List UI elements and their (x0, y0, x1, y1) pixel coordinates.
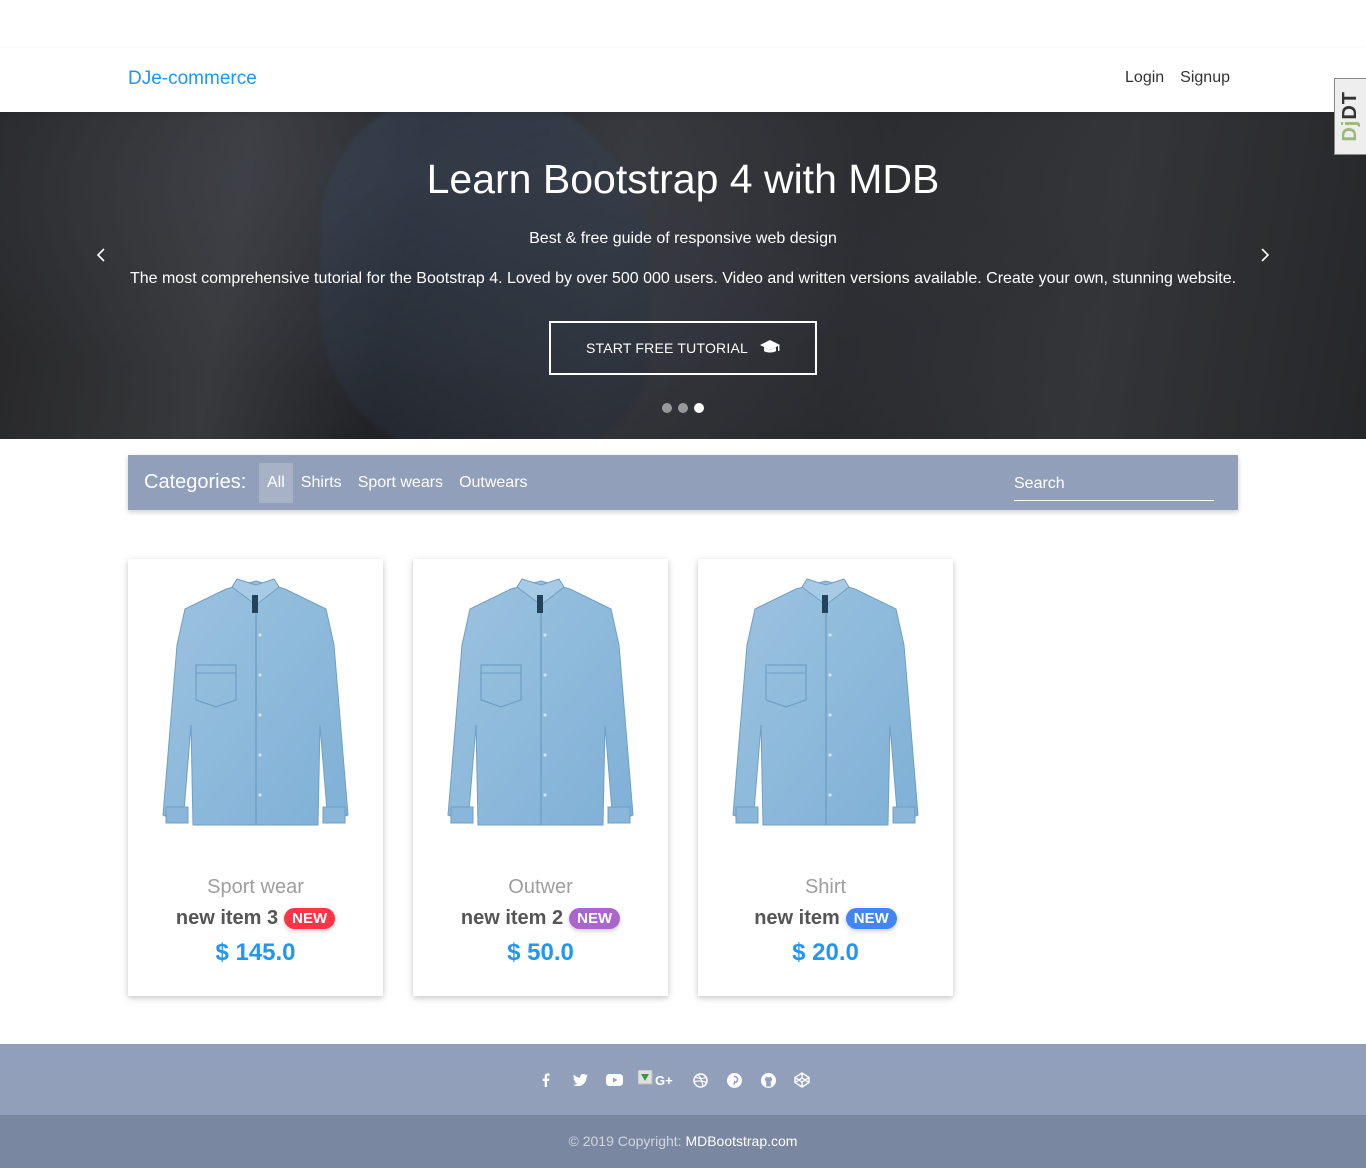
graduation-cap-icon (759, 339, 780, 358)
carousel-indicator-2[interactable] (678, 403, 688, 413)
login-link[interactable]: Login (1125, 69, 1164, 87)
twitter-icon[interactable] (570, 1070, 590, 1090)
top-strip (0, 0, 1366, 48)
product-category: Shirt (804, 876, 847, 898)
copyright-link[interactable]: MDBootstrap.com (685, 1133, 797, 1149)
category-list: All Shirts Sport wears Outwears (259, 463, 536, 503)
carousel-description: The most comprehensive tutorial for the … (129, 270, 1237, 287)
new-badge: NEW (845, 908, 897, 929)
categories-label: Categories: (144, 471, 247, 493)
debug-toolbar-handle[interactable]: DjDT (1334, 78, 1366, 155)
product-price: $ 145.0 (215, 939, 296, 966)
product-name: new item 2 (460, 907, 564, 929)
social-icons: G+ (536, 1070, 812, 1090)
carousel-indicators (662, 403, 704, 413)
google-plus-icon[interactable]: G+ (638, 1070, 676, 1090)
product-title[interactable]: new item NEW (698, 907, 953, 930)
product-image[interactable] (718, 575, 933, 840)
github-icon[interactable] (758, 1070, 778, 1090)
brand-link[interactable]: DJe-commerce (128, 68, 257, 90)
new-badge: NEW (569, 908, 621, 929)
debug-toolbar-label: DjDT (1339, 91, 1361, 142)
product-price: $ 50.0 (507, 939, 574, 966)
category-outwears[interactable]: Outwears (451, 463, 535, 503)
search-input[interactable] (1014, 467, 1214, 501)
product-name: new item (754, 907, 840, 929)
product-price: $ 20.0 (792, 939, 859, 966)
signup-link[interactable]: Signup (1180, 69, 1230, 87)
product-name: new item 3 (175, 907, 279, 929)
carousel-indicator-3[interactable] (694, 403, 704, 413)
hero-carousel: Learn Bootstrap 4 with MDB Best & free g… (0, 112, 1366, 439)
category-sport-wears[interactable]: Sport wears (350, 463, 451, 503)
youtube-icon[interactable] (604, 1070, 624, 1090)
start-tutorial-label: START FREE TUTORIAL (586, 340, 748, 356)
product-card[interactable]: Outwer new item 2 NEW $ 50.0 (413, 559, 668, 996)
facebook-icon[interactable] (536, 1070, 556, 1090)
footer-social-bar: G+ (0, 1044, 1366, 1115)
product-card[interactable]: Sport wear new item 3 NEW $ 145.0 (128, 559, 383, 996)
start-tutorial-button[interactable]: START FREE TUTORIAL (549, 321, 817, 375)
carousel-title: Learn Bootstrap 4 with MDB (426, 156, 940, 202)
chevron-right-icon[interactable] (1260, 246, 1270, 267)
product-category: Outwer (508, 876, 573, 898)
category-shirts[interactable]: Shirts (293, 463, 350, 503)
product-card[interactable]: Shirt new item NEW $ 20.0 (698, 559, 953, 996)
product-image[interactable] (433, 575, 648, 840)
pinterest-icon[interactable] (724, 1070, 744, 1090)
category-bar: Categories: All Shirts Sport wears Outwe… (128, 455, 1238, 510)
codepen-icon[interactable] (792, 1070, 812, 1090)
copyright-text: © 2019 Copyright: (568, 1133, 682, 1149)
product-category: Sport wear (207, 876, 304, 898)
carousel-indicator-1[interactable] (662, 403, 672, 413)
category-all[interactable]: All (259, 463, 293, 503)
dribbble-icon[interactable] (690, 1070, 710, 1090)
nav-links: Login Signup (1125, 69, 1230, 87)
navbar: DJe-commerce Login Signup (0, 48, 1366, 112)
product-title[interactable]: new item 2 NEW (413, 907, 668, 930)
svg-text:G+: G+ (655, 1073, 673, 1088)
new-badge: NEW (284, 908, 336, 929)
footer-copyright: © 2019 Copyright: MDBootstrap.com (0, 1115, 1366, 1168)
product-title[interactable]: new item 3 NEW (128, 907, 383, 930)
product-image[interactable] (148, 575, 363, 840)
carousel-subtitle: Best & free guide of responsive web desi… (529, 230, 837, 247)
chevron-left-icon[interactable] (96, 246, 106, 267)
